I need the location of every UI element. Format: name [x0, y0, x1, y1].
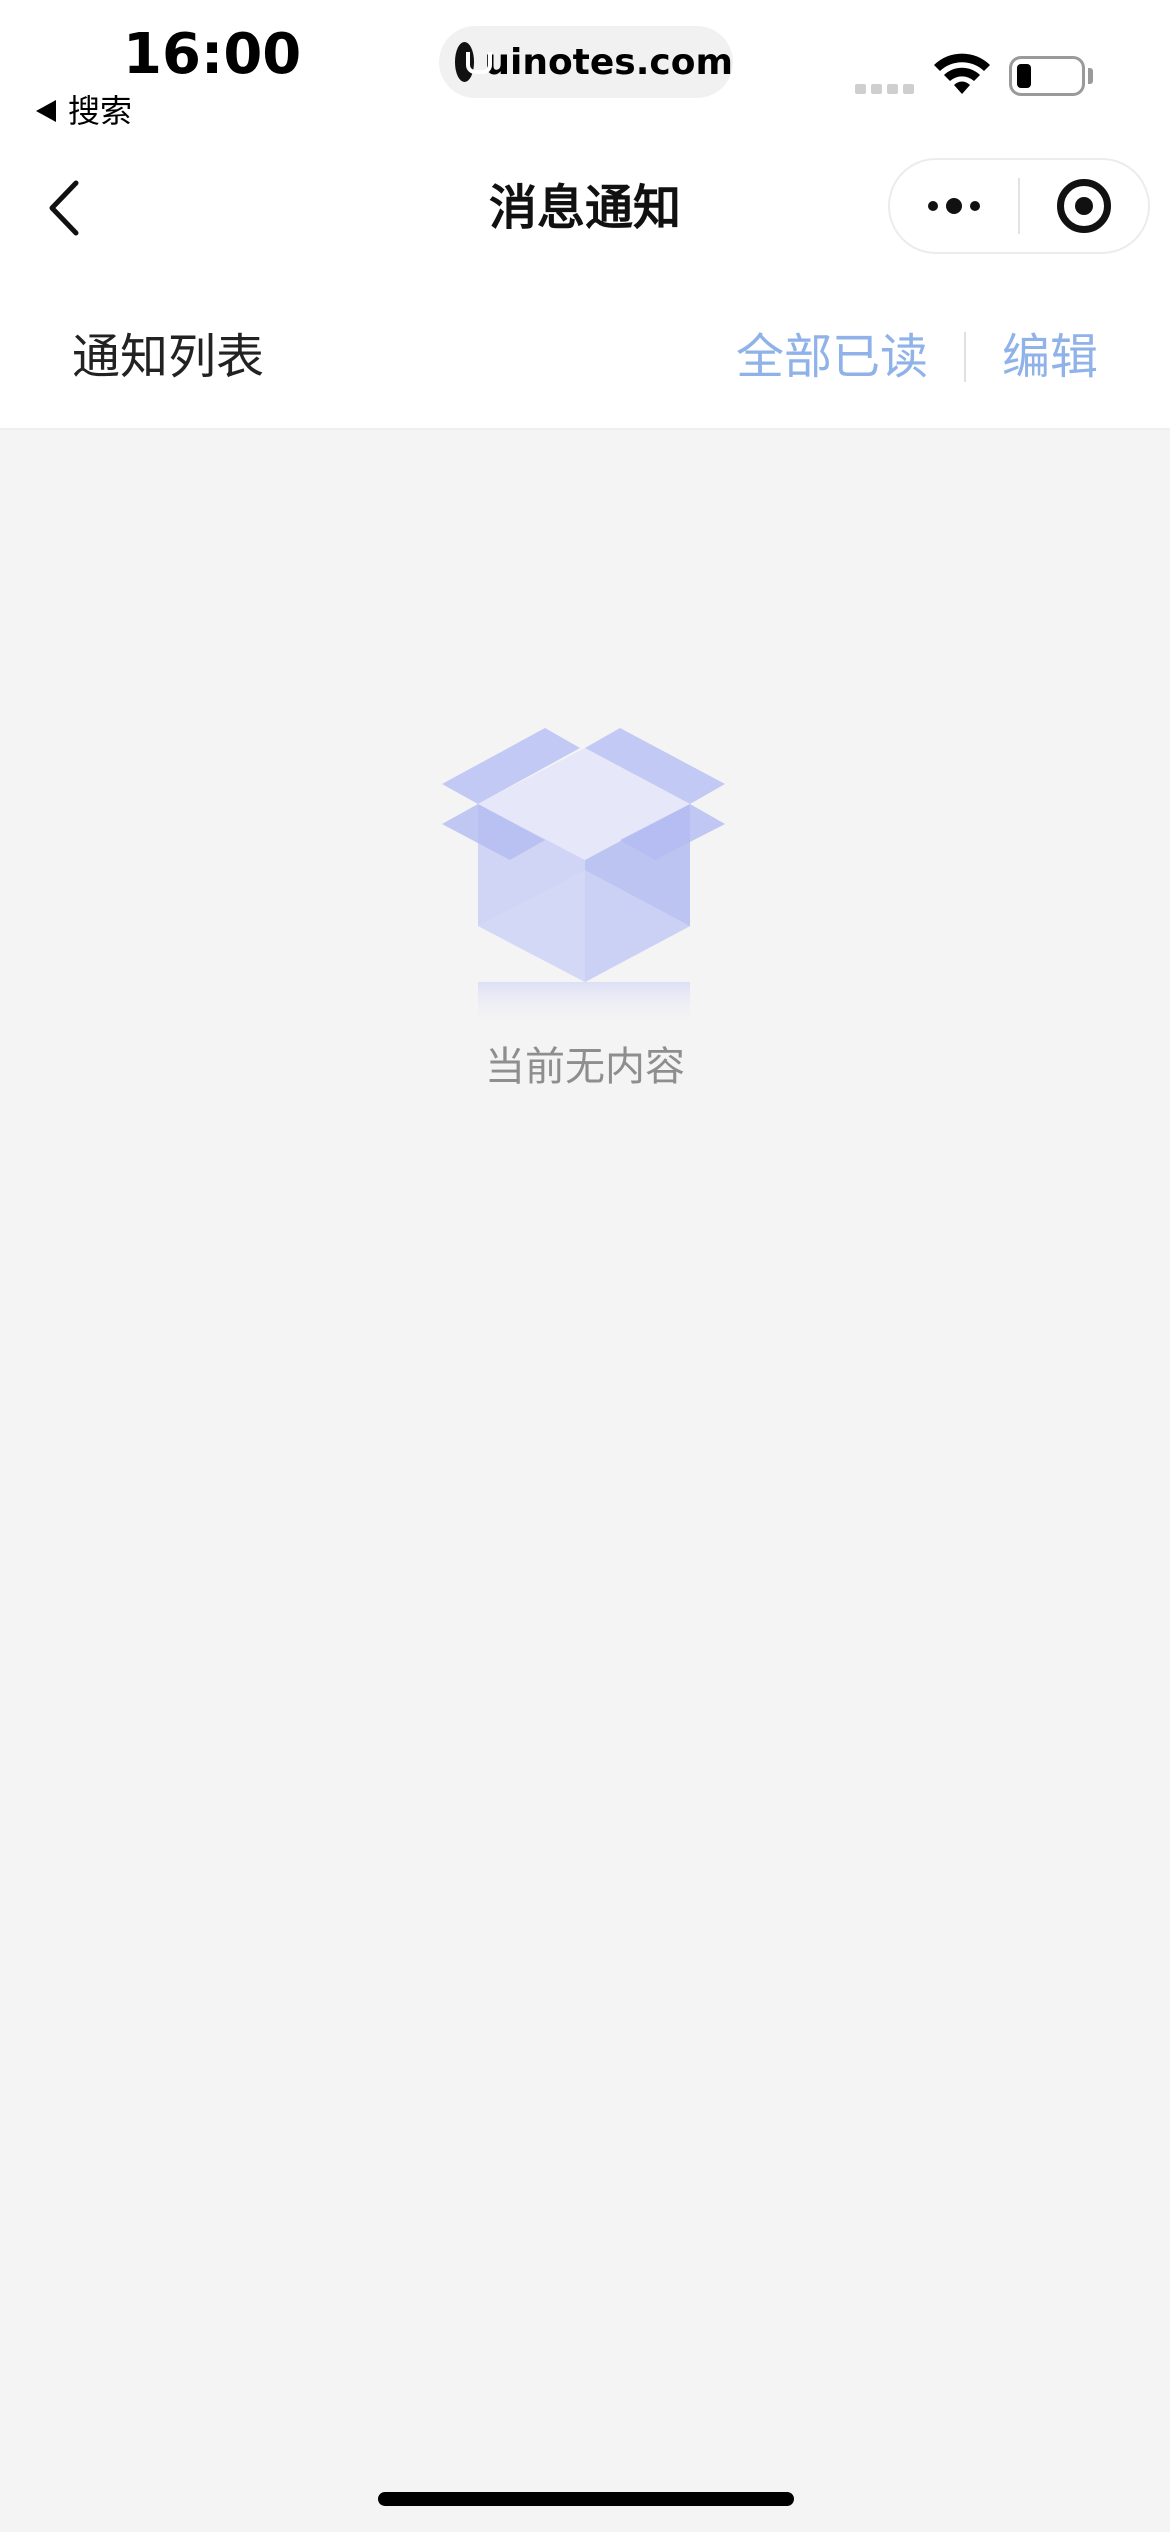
mini-program-capsule: [888, 158, 1150, 254]
battery-tip: [1088, 68, 1093, 84]
back-triangle-icon: [36, 100, 56, 122]
more-dot-icon: [928, 201, 938, 211]
header-divider: [0, 428, 1170, 430]
cellular-signal-icon: [855, 84, 914, 94]
notification-list-title: 通知列表: [72, 329, 265, 385]
empty-state-message: 当前无内容: [485, 1044, 685, 1090]
url-text: uinotes.com: [484, 41, 733, 83]
status-time: 16:00: [123, 22, 302, 87]
back-to-app-label: 搜索: [68, 92, 133, 130]
site-logo-icon: [455, 42, 493, 82]
action-divider: [963, 332, 966, 382]
close-mini-program-button[interactable]: [1020, 160, 1148, 252]
more-dot-icon: [946, 198, 962, 214]
list-actions: 全部已读 编辑: [736, 322, 1098, 392]
url-pill: uinotes.com: [439, 26, 733, 98]
empty-box-icon: [442, 728, 725, 1028]
back-chevron-icon[interactable]: [40, 175, 90, 241]
more-dot-icon: [970, 201, 980, 211]
mark-all-read-button[interactable]: 全部已读: [736, 322, 928, 392]
wifi-icon: [934, 53, 990, 94]
edit-button[interactable]: 编辑: [1002, 322, 1098, 392]
battery-icon: [1009, 56, 1085, 96]
target-icon: [1056, 179, 1111, 233]
home-indicator[interactable]: [378, 2492, 794, 2506]
more-menu-button[interactable]: [890, 160, 1018, 252]
page: 16:00 搜索 uinotes.com 消息通知 通知列表 全部已读 编辑 当…: [0, 0, 1170, 2532]
back-to-app-button[interactable]: 搜索: [36, 88, 132, 134]
